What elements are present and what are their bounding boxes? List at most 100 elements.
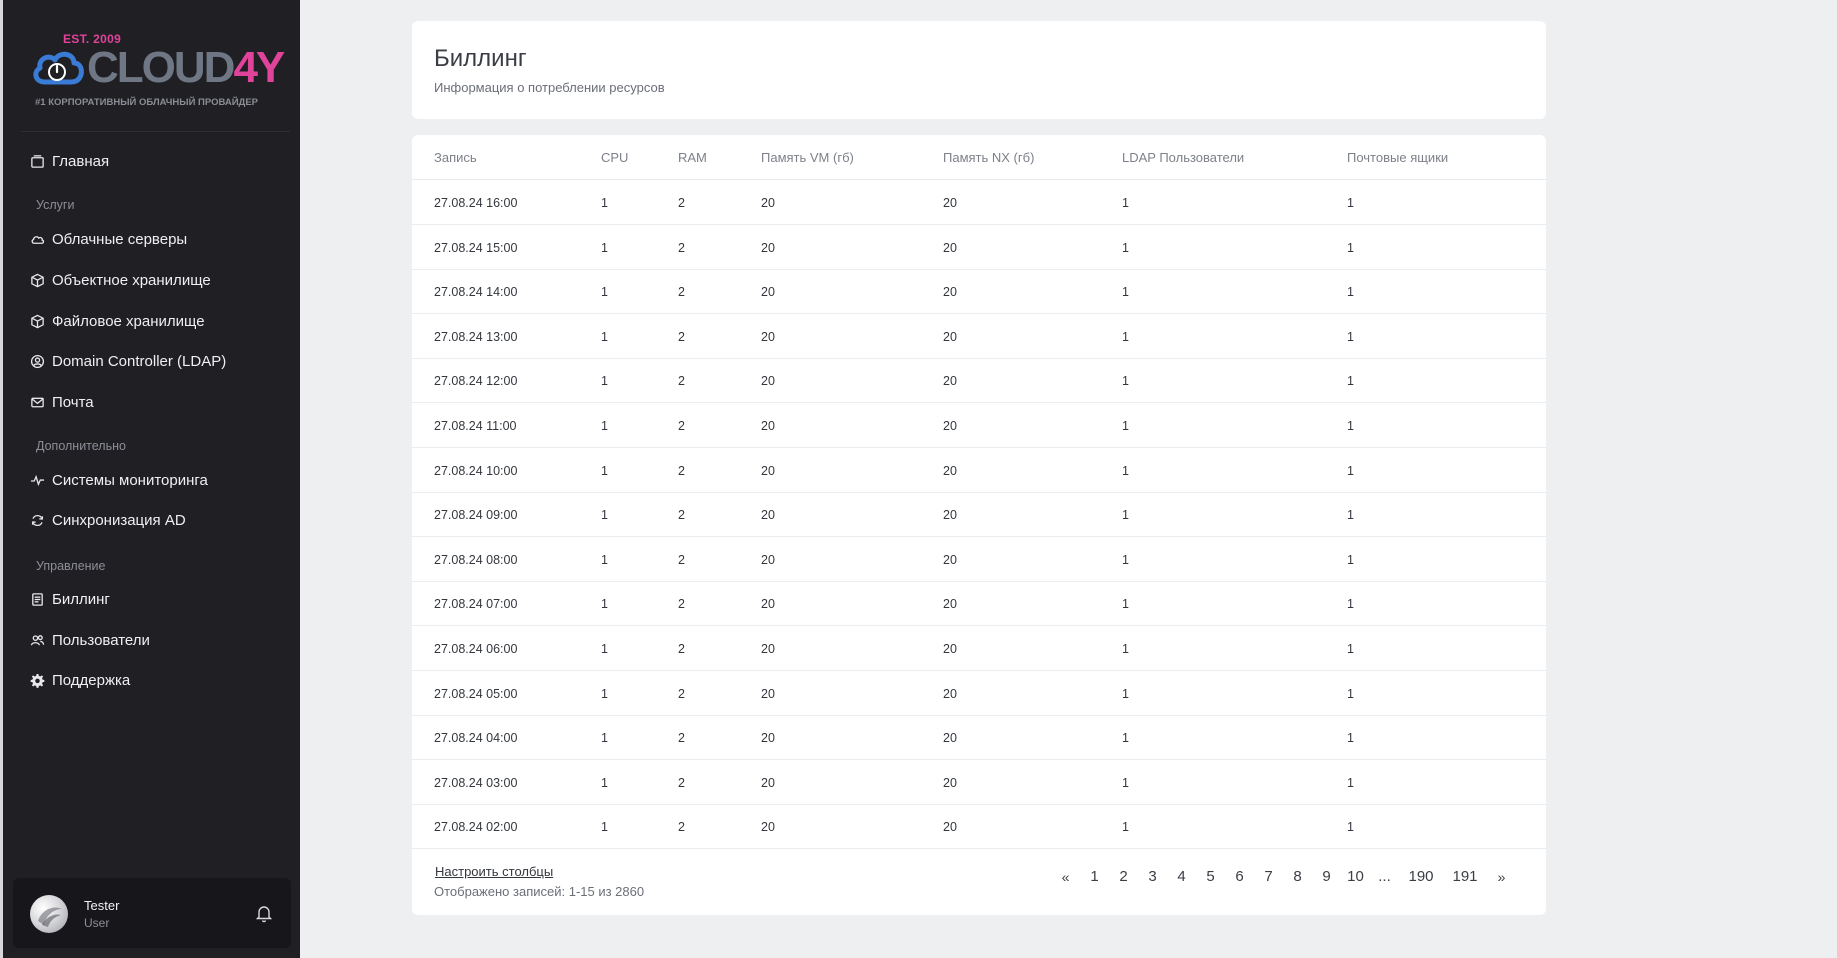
table-cell: 1	[1347, 597, 1354, 612]
pagination-page[interactable]: 10	[1341, 868, 1370, 885]
table-cell: 20	[943, 463, 957, 478]
sidebar-item-label: Синхронизация AD	[52, 511, 186, 529]
pagination-prev[interactable]: «	[1051, 869, 1080, 885]
page-header-card: Биллинг Информация о потреблении ресурсо…	[412, 21, 1546, 119]
table-cell: 1	[1347, 285, 1354, 300]
user-role: User	[84, 916, 110, 930]
table-row: 27.08.24 13:00 1 2 20 20 1 1	[412, 315, 1546, 359]
pagination-page[interactable]: 7	[1254, 868, 1283, 885]
sidebar-item-domain-controller[interactable]: Domain Controller (LDAP)	[29, 350, 226, 372]
page-subtitle: Информация о потреблении ресурсов	[434, 80, 665, 95]
cloud4y-logo[interactable]: EST. 2009 CLOUD4Y #1 КОРПОРАТИВНЫЙ ОБЛАЧ…	[31, 32, 285, 112]
cloud-icon	[29, 231, 45, 247]
table-row: 27.08.24 02:00 1 2 20 20 1 1	[412, 805, 1546, 850]
pagination-page[interactable]: 9	[1312, 868, 1341, 885]
sidebar-item-label: Поддержка	[52, 671, 131, 689]
table-cell: 27.08.24 02:00	[434, 820, 518, 835]
pagination-next[interactable]: »	[1487, 869, 1516, 885]
pagination-page[interactable]: 1	[1080, 868, 1109, 885]
table-cell: 27.08.24 13:00	[434, 329, 518, 344]
table-cell: 2	[678, 686, 685, 701]
column-header-vm-memory[interactable]: Память VM (гб)	[761, 150, 854, 165]
table-cell: 1	[601, 374, 608, 389]
table-cell: 2	[678, 240, 685, 255]
table-cell: 20	[761, 196, 775, 210]
table-cell: 20	[761, 374, 775, 389]
table-cell: 1	[1347, 196, 1354, 210]
table-cell: 27.08.24 12:00	[434, 374, 518, 389]
sidebar-item-label: Пользователи	[52, 631, 150, 649]
sidebar-item-label: Domain Controller (LDAP)	[52, 352, 227, 370]
sidebar-item-cloud-servers[interactable]: Облачные серверы	[29, 228, 187, 250]
envelope-icon	[29, 394, 45, 410]
table-cell: 20	[943, 731, 957, 746]
table-cell: 20	[943, 775, 957, 790]
table-cell: 1	[1122, 820, 1129, 835]
user-name: Tester	[84, 898, 120, 913]
column-header-record[interactable]: Запись	[434, 150, 477, 165]
box-icon	[29, 313, 45, 329]
gear-icon	[29, 672, 45, 688]
table-cell: 1	[601, 329, 608, 344]
table-cell: 27.08.24 14:00	[434, 285, 518, 300]
table-cell: 1	[1122, 597, 1129, 612]
table-cell: 1	[1347, 686, 1354, 701]
table-cell: 2	[678, 820, 685, 835]
table-cell: 2	[678, 196, 685, 210]
table-cell: 2	[678, 285, 685, 300]
table-cell: 27.08.24 16:00	[434, 196, 518, 210]
sidebar-item-home[interactable]: Главная	[29, 150, 109, 172]
pagination-page[interactable]: 4	[1167, 868, 1196, 885]
column-header-mailboxes[interactable]: Почтовые ящики	[1347, 150, 1448, 165]
table-cell: 1	[601, 642, 608, 656]
table-row: 27.08.24 06:00 1 2 20 20 1 1	[412, 627, 1546, 671]
table-row: 27.08.24 14:00 1 2 20 20 1 1	[412, 270, 1546, 315]
table-cell: 1	[1122, 552, 1129, 567]
logo-wordmark: CLOUD4Y	[87, 43, 285, 92]
table-cell: 20	[943, 240, 957, 255]
column-header-ram[interactable]: RAM	[678, 150, 707, 165]
receipt-icon	[29, 591, 45, 607]
sidebar-item-ad-sync[interactable]: Синхронизация AD	[29, 509, 186, 531]
column-header-cpu[interactable]: CPU	[601, 150, 628, 165]
pagination-page[interactable]: 191	[1443, 868, 1487, 885]
pagination-page[interactable]: 6	[1225, 868, 1254, 885]
table-cell: 20	[943, 196, 957, 210]
table-cell: 27.08.24 09:00	[434, 508, 518, 523]
table-cell: 20	[761, 686, 775, 701]
sidebar-item-label: Облачные серверы	[52, 230, 188, 248]
table-cell: 1	[601, 552, 608, 567]
sidebar-item-billing[interactable]: Биллинг	[29, 588, 110, 610]
sidebar-item-monitoring[interactable]: Системы мониторинга	[29, 469, 208, 491]
activity-icon	[29, 472, 45, 488]
configure-columns-link[interactable]: Настроить столбцы	[435, 864, 553, 879]
pagination-page[interactable]: 3	[1138, 868, 1167, 885]
sidebar-item-support[interactable]: Поддержка	[29, 669, 130, 691]
user-card[interactable]: Tester User	[13, 878, 291, 948]
pagination-page[interactable]: 190	[1399, 868, 1443, 885]
table-cell: 1	[601, 419, 608, 433]
sidebar-item-file-storage[interactable]: Файловое хранилище	[29, 310, 205, 332]
table-cell: 1	[1347, 374, 1354, 389]
bell-icon[interactable]	[255, 903, 273, 923]
table-cell: 27.08.24 03:00	[434, 775, 518, 790]
sidebar-item-mail[interactable]: Почта	[29, 391, 94, 413]
column-header-nx-memory[interactable]: Память NX (гб)	[943, 150, 1034, 165]
sidebar-item-object-storage[interactable]: Объектное хранилище	[29, 269, 211, 291]
table-cell: 1	[1347, 463, 1354, 478]
table-cell: 20	[943, 285, 957, 300]
column-header-ldap-users[interactable]: LDAP Пользователи	[1122, 150, 1244, 165]
pagination-page[interactable]: 8	[1283, 868, 1312, 885]
table-cell: 1	[1347, 329, 1354, 344]
records-count: Отображено записей: 1-15 из 2860	[434, 884, 645, 899]
pagination-page[interactable]: 2	[1109, 868, 1138, 885]
table-cell: 20	[761, 419, 775, 433]
table-cell: 1	[1347, 552, 1354, 567]
sidebar-item-users[interactable]: Пользователи	[29, 629, 150, 651]
table-cell: 20	[943, 552, 957, 567]
pagination-page[interactable]: 5	[1196, 868, 1225, 885]
table-cell: 2	[678, 775, 685, 790]
users-icon	[29, 632, 45, 648]
sidebar-item-label: Файловое хранилище	[52, 312, 205, 330]
table-header: Запись CPU RAM Память VM (гб) Память NX …	[412, 135, 1546, 180]
